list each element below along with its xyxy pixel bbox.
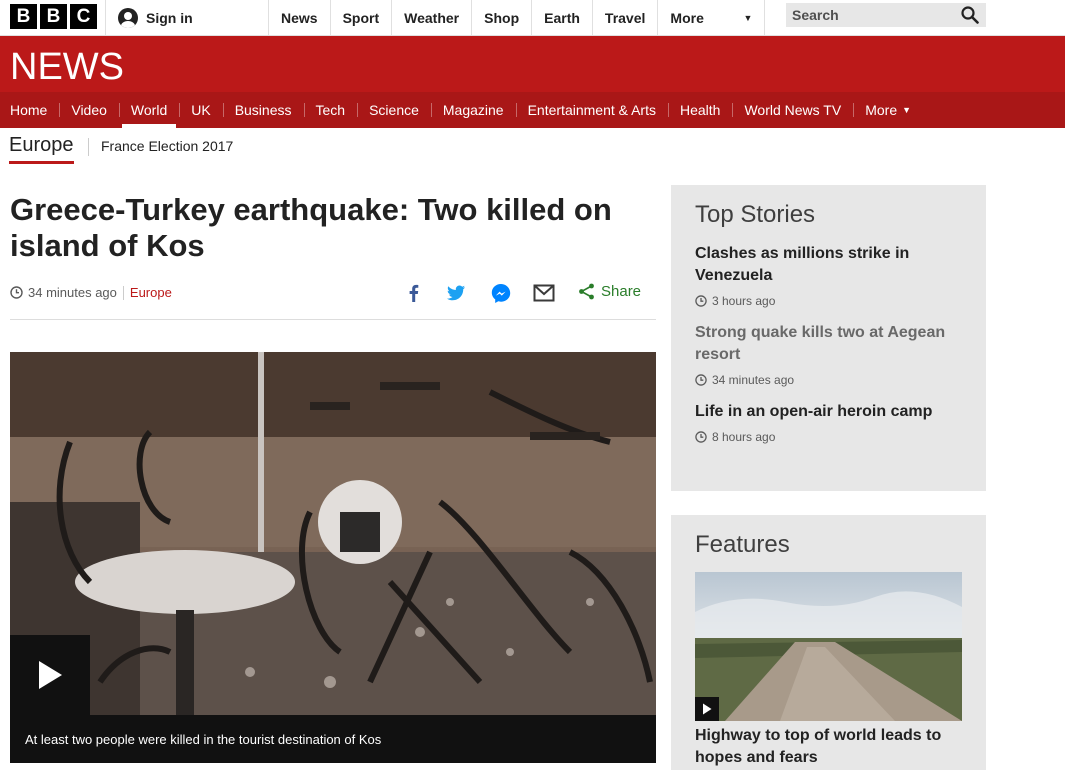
story-title[interactable]: Clashes as millions strike in Venezuela xyxy=(695,243,962,287)
email-icon[interactable] xyxy=(532,282,556,304)
top-story-item[interactable]: Clashes as millions strike in Venezuela … xyxy=(695,243,962,308)
video-still-image xyxy=(10,352,656,715)
news-nav-world[interactable]: World xyxy=(118,92,179,128)
caret-down-icon: ▼ xyxy=(743,12,753,23)
facebook-icon[interactable] xyxy=(402,282,426,304)
share-tools: Share xyxy=(398,282,656,306)
clock-icon xyxy=(10,286,23,299)
story-time-label: 34 minutes ago xyxy=(712,373,795,387)
divider xyxy=(10,319,656,320)
news-nav-health[interactable]: Health xyxy=(668,92,732,128)
section-title-europe[interactable]: Europe xyxy=(9,134,74,164)
clock-icon xyxy=(695,431,707,443)
article-headline: Greece-Turkey earthquake: Two killed on … xyxy=(10,192,612,263)
news-nav-tech[interactable]: Tech xyxy=(303,92,358,128)
signin-link[interactable]: Sign in xyxy=(105,0,269,35)
logo-letter: B xyxy=(40,4,67,29)
features-heading: Features xyxy=(695,531,790,558)
global-nav: News Sport Weather Shop Earth Travel Mor… xyxy=(269,0,766,35)
global-nav-more-label: More xyxy=(670,9,704,26)
caret-down-icon: ▼ xyxy=(902,105,912,115)
news-nav-home[interactable]: Home xyxy=(0,92,59,128)
news-masthead: NEWS xyxy=(0,36,1065,92)
article-meta: 34 minutes ago Europe xyxy=(10,285,172,300)
logo-letter: C xyxy=(70,4,97,29)
subnav-item-france-election[interactable]: France Election 2017 xyxy=(88,138,233,156)
play-icon xyxy=(703,703,712,715)
user-icon xyxy=(118,7,138,28)
global-nav-news[interactable]: News xyxy=(269,0,331,35)
play-icon xyxy=(39,661,62,689)
article-section-link[interactable]: Europe xyxy=(130,285,172,300)
features-panel: Features Highway to top of world leads t… xyxy=(671,515,986,770)
bbc-logo[interactable]: B B C xyxy=(10,4,97,29)
news-nav-magazine[interactable]: Magazine xyxy=(430,92,516,128)
feature-image xyxy=(695,572,962,721)
logo-letter: B xyxy=(10,4,37,29)
share-icon xyxy=(579,283,594,300)
news-nav-science[interactable]: Science xyxy=(357,92,431,128)
top-story-item[interactable]: Strong quake kills two at Aegean resort … xyxy=(695,322,962,387)
news-wordmark[interactable]: NEWS xyxy=(10,46,124,89)
search-icon[interactable] xyxy=(961,6,979,24)
clock-icon xyxy=(695,295,707,307)
story-title[interactable]: Strong quake kills two at Aegean resort xyxy=(695,322,962,366)
story-time-label: 3 hours ago xyxy=(712,294,776,308)
play-button[interactable] xyxy=(695,697,719,721)
global-nav-sport[interactable]: Sport xyxy=(331,0,393,35)
search-input[interactable]: Search xyxy=(786,3,986,27)
global-header: B B C Sign in News Sport Weather Shop Ea… xyxy=(0,0,1065,36)
news-nav-more[interactable]: More ▼ xyxy=(853,92,923,128)
global-nav-more[interactable]: More ▼ xyxy=(658,0,766,35)
news-nav-uk[interactable]: UK xyxy=(179,92,222,128)
messenger-icon[interactable] xyxy=(489,282,513,304)
meta-divider xyxy=(122,285,124,300)
top-stories-panel: Top Stories Clashes as millions strike i… xyxy=(671,185,986,491)
top-stories-heading: Top Stories xyxy=(695,201,816,228)
top-story-item[interactable]: Life in an open-air heroin camp 8 hours … xyxy=(695,401,962,444)
video-caption: At least two people were killed in the t… xyxy=(10,715,656,763)
news-nav-world-news-tv[interactable]: World News TV xyxy=(732,92,853,128)
twitter-icon[interactable] xyxy=(444,282,468,304)
story-time: 34 minutes ago xyxy=(695,373,962,387)
play-button[interactable] xyxy=(10,635,90,715)
story-time: 3 hours ago xyxy=(695,294,962,308)
article-timestamp: 34 minutes ago xyxy=(28,285,117,300)
feature-title[interactable]: Highway to top of world leads to hopes a… xyxy=(695,725,962,769)
story-title[interactable]: Life in an open-air heroin camp xyxy=(695,401,962,423)
search-placeholder: Search xyxy=(792,7,839,23)
news-nav-video[interactable]: Video xyxy=(59,92,119,128)
share-button[interactable]: Share xyxy=(578,283,641,300)
news-nav-business[interactable]: Business xyxy=(222,92,304,128)
clock-icon xyxy=(695,374,707,386)
signin-label: Sign in xyxy=(146,9,193,26)
global-nav-travel[interactable]: Travel xyxy=(593,0,659,35)
news-nav: Home Video World UK Business Tech Scienc… xyxy=(0,92,1065,128)
news-nav-more-label: More xyxy=(865,102,898,118)
global-nav-weather[interactable]: Weather xyxy=(392,0,473,35)
story-time-label: 8 hours ago xyxy=(712,430,776,444)
video-player[interactable]: At least two people were killed in the t… xyxy=(10,352,656,763)
news-nav-entertainment[interactable]: Entertainment & Arts xyxy=(515,92,668,128)
global-nav-earth[interactable]: Earth xyxy=(532,0,593,35)
story-time: 8 hours ago xyxy=(695,430,962,444)
share-label: Share xyxy=(601,283,642,300)
secondary-nav: Europe France Election 2017 xyxy=(0,128,1065,166)
global-nav-shop[interactable]: Shop xyxy=(472,0,533,35)
feature-thumbnail[interactable] xyxy=(695,572,962,721)
